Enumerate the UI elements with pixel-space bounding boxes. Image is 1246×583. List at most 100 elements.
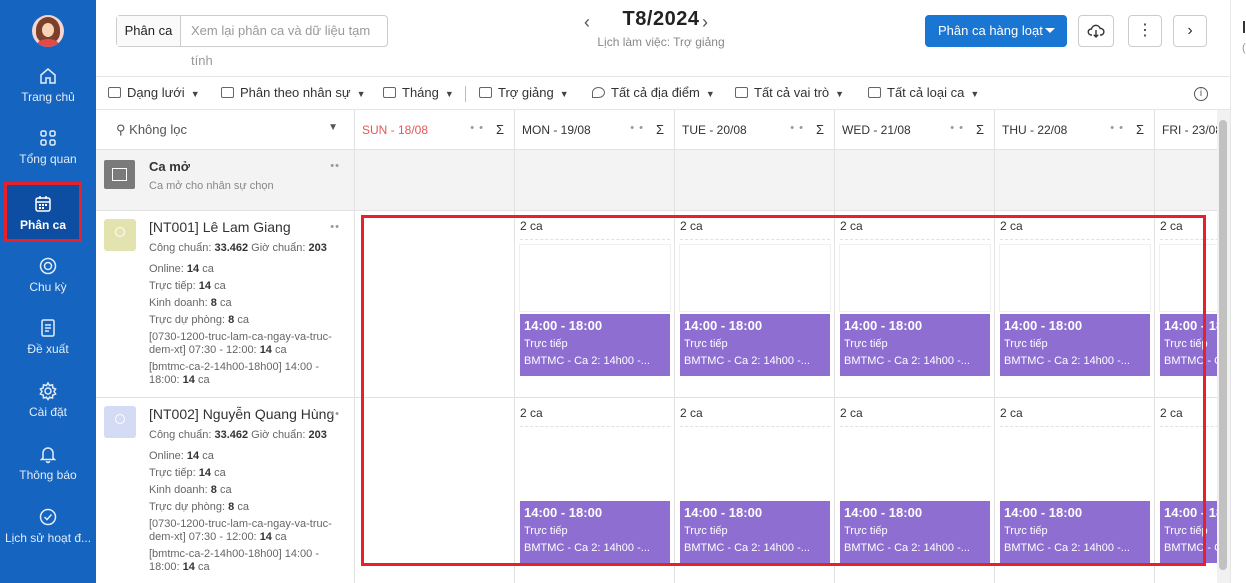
sidebar-item-settings[interactable]: Cài đặt: [0, 381, 96, 431]
shift-count: 2 ca: [1160, 219, 1183, 233]
folder-icon: [868, 87, 881, 98]
shift-card[interactable]: 14:00 - 18:00 Trực tiếp BMTMC - Ca 2: 14h0…: [1000, 314, 1150, 376]
filter-group-by[interactable]: Phân theo nhân sự ▼: [221, 85, 366, 100]
shift-card[interactable]: 14:00 - 18:00 Trực tiếp BMTMC - Ca 2: 14h0…: [1000, 501, 1150, 563]
day-label: THU - 22/08: [1002, 123, 1068, 137]
vertical-scrollbar[interactable]: [1217, 110, 1230, 583]
user-avatar[interactable]: [32, 15, 64, 47]
sigma-icon[interactable]: Σ: [1136, 122, 1144, 137]
shift-cell[interactable]: 2 ca 14:00 - 18:00 Trực tiếp BMTMC - Ca 2: …: [1155, 211, 1217, 398]
open-shift-cell[interactable]: [355, 150, 515, 211]
sidebar-item-shift[interactable]: Phân ca: [4, 182, 82, 242]
sigma-icon[interactable]: Σ: [656, 122, 664, 137]
shift-card-empty[interactable]: [520, 245, 670, 311]
shift-card[interactable]: 14:00 - 18:00 Trực tiếp BMTMC - Ca 2: 14h0…: [1160, 501, 1217, 563]
open-shift-icon: [104, 160, 135, 189]
review-tab[interactable]: Xem lại phân ca và dữ liệu tạm tính: [191, 16, 387, 68]
shift-card[interactable]: 14:00 - 18:00 Trực tiếp BMTMC - Ca 2: 14h0…: [840, 501, 990, 563]
employee-stat-line: Trực dự phòng: 8 ca: [149, 314, 339, 327]
open-shift-row: Ca mở Ca mở cho nhân sự chọn ••: [96, 150, 355, 211]
shift-card-empty[interactable]: [840, 245, 990, 311]
shift-cell[interactable]: 2 ca 14:00 - 18:00 Trực tiếp BMTMC - Ca 2: …: [1155, 398, 1217, 583]
shift-description: BMTMC - Ca 2: 14h00 -...: [524, 355, 650, 367]
sidebar-item-proposal[interactable]: Đề xuất: [0, 318, 96, 368]
more-dots-icon[interactable]: • •: [790, 122, 804, 134]
chevron-down-icon: ▼: [328, 122, 338, 133]
drag-handle-icon[interactable]: ••: [330, 160, 340, 172]
shift-cell[interactable]: 2 ca 14:00 - 18:00 Trực tiếp BMTMC - Ca 2: …: [995, 398, 1155, 583]
filter-schedule[interactable]: Trợ giảng ▼: [479, 85, 569, 100]
more-menu-button[interactable]: ⋮: [1128, 15, 1162, 47]
sidebar-item-label: Đề xuất: [27, 342, 69, 356]
shift-cell[interactable]: [355, 211, 515, 398]
shift-description: BMTMC - Ca 2: 14h00 -...: [684, 542, 810, 554]
sigma-icon[interactable]: Σ: [816, 122, 824, 137]
drag-handle-icon[interactable]: ••: [330, 221, 340, 233]
day-header[interactable]: SUN - 18/08 • • Σ: [355, 110, 515, 150]
drag-handle-icon[interactable]: ••: [330, 408, 340, 420]
filter-period[interactable]: Tháng ▼: [383, 85, 454, 100]
shift-cell[interactable]: 2 ca 14:00 - 18:00 Trực tiếp BMTMC - Ca 2: …: [675, 211, 835, 398]
stat-code2-v: 14: [182, 561, 195, 573]
employee-stat-line: 18:00: 14 ca: [149, 561, 339, 574]
bulk-shift-button[interactable]: Phân ca hàng loạt: [925, 15, 1067, 47]
sidebar-item-activity-history[interactable]: Lịch sử hoạt đ...: [0, 507, 96, 557]
employee-filter-dropdown[interactable]: ⚲ Không lọc ▼: [96, 110, 355, 150]
info-icon[interactable]: i: [1194, 87, 1208, 101]
day-header[interactable]: TUE - 20/08 • • Σ: [675, 110, 835, 150]
shift-cell[interactable]: 2 ca 14:00 - 18:00 Trực tiếp BMTMC - Ca 2: …: [835, 211, 995, 398]
day-header[interactable]: THU - 22/08 • • Σ: [995, 110, 1155, 150]
more-dots-icon[interactable]: • •: [1110, 122, 1124, 134]
more-dots-icon[interactable]: • •: [630, 122, 644, 134]
filter-location[interactable]: Tất cả địa điểm ▼: [592, 85, 715, 100]
day-header[interactable]: WED - 21/08 • • Σ: [835, 110, 995, 150]
shift-cell[interactable]: [355, 398, 515, 583]
shift-card[interactable]: 14:00 - 18:00 Trực tiếp BMTMC - Ca 2: 14h0…: [520, 501, 670, 563]
open-shift-cell[interactable]: [995, 150, 1155, 211]
filter-shift-type[interactable]: Tất cả loại ca ▼: [868, 85, 979, 100]
collapse-panel-button[interactable]: ›: [1173, 15, 1207, 47]
shift-cell[interactable]: 2 ca 14:00 - 18:00 Trực tiếp BMTMC - Ca 2: …: [995, 211, 1155, 398]
shift-cell[interactable]: 2 ca 14:00 - 18:00 Trực tiếp BMTMC - Ca 2: …: [675, 398, 835, 583]
employee-name[interactable]: [NT002] Nguyễn Quang Hùng: [149, 406, 334, 422]
shift-cell[interactable]: 2 ca 14:00 - 18:00 Trực tiếp BMTMC - Ca 2: …: [835, 398, 995, 583]
cloud-download-button[interactable]: [1078, 15, 1114, 47]
sidebar-item-cycle[interactable]: Chu kỳ: [0, 256, 96, 306]
open-shift-cell[interactable]: [675, 150, 835, 211]
shift-description: BMTMC - Ca 2: 14h00 -...: [844, 542, 970, 554]
shift-count: 2 ca: [1000, 406, 1023, 420]
shift-cell[interactable]: 2 ca 14:00 - 18:00 Trực tiếp BMTMC - Ca 2: …: [515, 211, 675, 398]
filter-role[interactable]: Tất cả vai trò ▼: [735, 85, 844, 100]
filter-view-mode[interactable]: Dạng lưới ▼: [108, 85, 200, 100]
shift-card[interactable]: 14:00 - 18:00 Trực tiếp BMTMC - Ca 2: 14h0…: [840, 314, 990, 376]
panel-edge-text: (: [1242, 42, 1246, 54]
shift-card-empty[interactable]: [1160, 245, 1217, 311]
sigma-icon[interactable]: Σ: [496, 122, 504, 137]
open-shift-cell[interactable]: [1155, 150, 1217, 211]
open-shift-cell[interactable]: [515, 150, 675, 211]
shift-card-empty[interactable]: [1000, 245, 1150, 311]
day-header[interactable]: FRI - 23/08: [1155, 110, 1217, 150]
open-shift-cell[interactable]: [835, 150, 995, 211]
sidebar-item-home[interactable]: Trang chủ: [0, 66, 96, 116]
scrollbar-thumb[interactable]: [1219, 120, 1227, 570]
shift-card-empty[interactable]: [680, 245, 830, 311]
more-dots-icon[interactable]: • •: [470, 122, 484, 134]
shift-card[interactable]: 14:00 - 18:00 Trực tiếp BMTMC - Ca 2: 14h0…: [680, 501, 830, 563]
shift-card[interactable]: 14:00 - 18:00 Trực tiếp BMTMC - Ca 2: 14h0…: [520, 314, 670, 376]
employee-stat-line: Công chuẩn: 33.462 Giờ chuẩn: 203: [149, 242, 339, 255]
shift-card[interactable]: 14:00 - 18:00 Trực tiếp BMTMC - Ca 2: 14h0…: [1160, 314, 1217, 376]
more-dots-icon[interactable]: • •: [950, 122, 964, 134]
chevron-right-icon[interactable]: ›: [702, 12, 708, 33]
employee-name[interactable]: [NT001] Lê Lam Giang: [149, 219, 291, 235]
chevron-down-icon: ▼: [705, 89, 715, 99]
shift-cell[interactable]: 2 ca 14:00 - 18:00 Trực tiếp BMTMC - Ca 2: …: [515, 398, 675, 583]
sidebar-item-notifications[interactable]: Thông báo: [0, 444, 96, 494]
shift-card[interactable]: 14:00 - 18:00 Trực tiếp BMTMC - Ca 2: 14h0…: [680, 314, 830, 376]
sigma-icon[interactable]: Σ: [976, 122, 984, 137]
divider: [1000, 239, 1150, 240]
sidebar-item-overview[interactable]: Tổng quan: [0, 128, 96, 178]
tab-shift[interactable]: Phân ca: [117, 16, 181, 46]
day-header[interactable]: MON - 19/08 • • Σ: [515, 110, 675, 150]
shift-time: 14:00 - 18:00: [684, 505, 763, 520]
